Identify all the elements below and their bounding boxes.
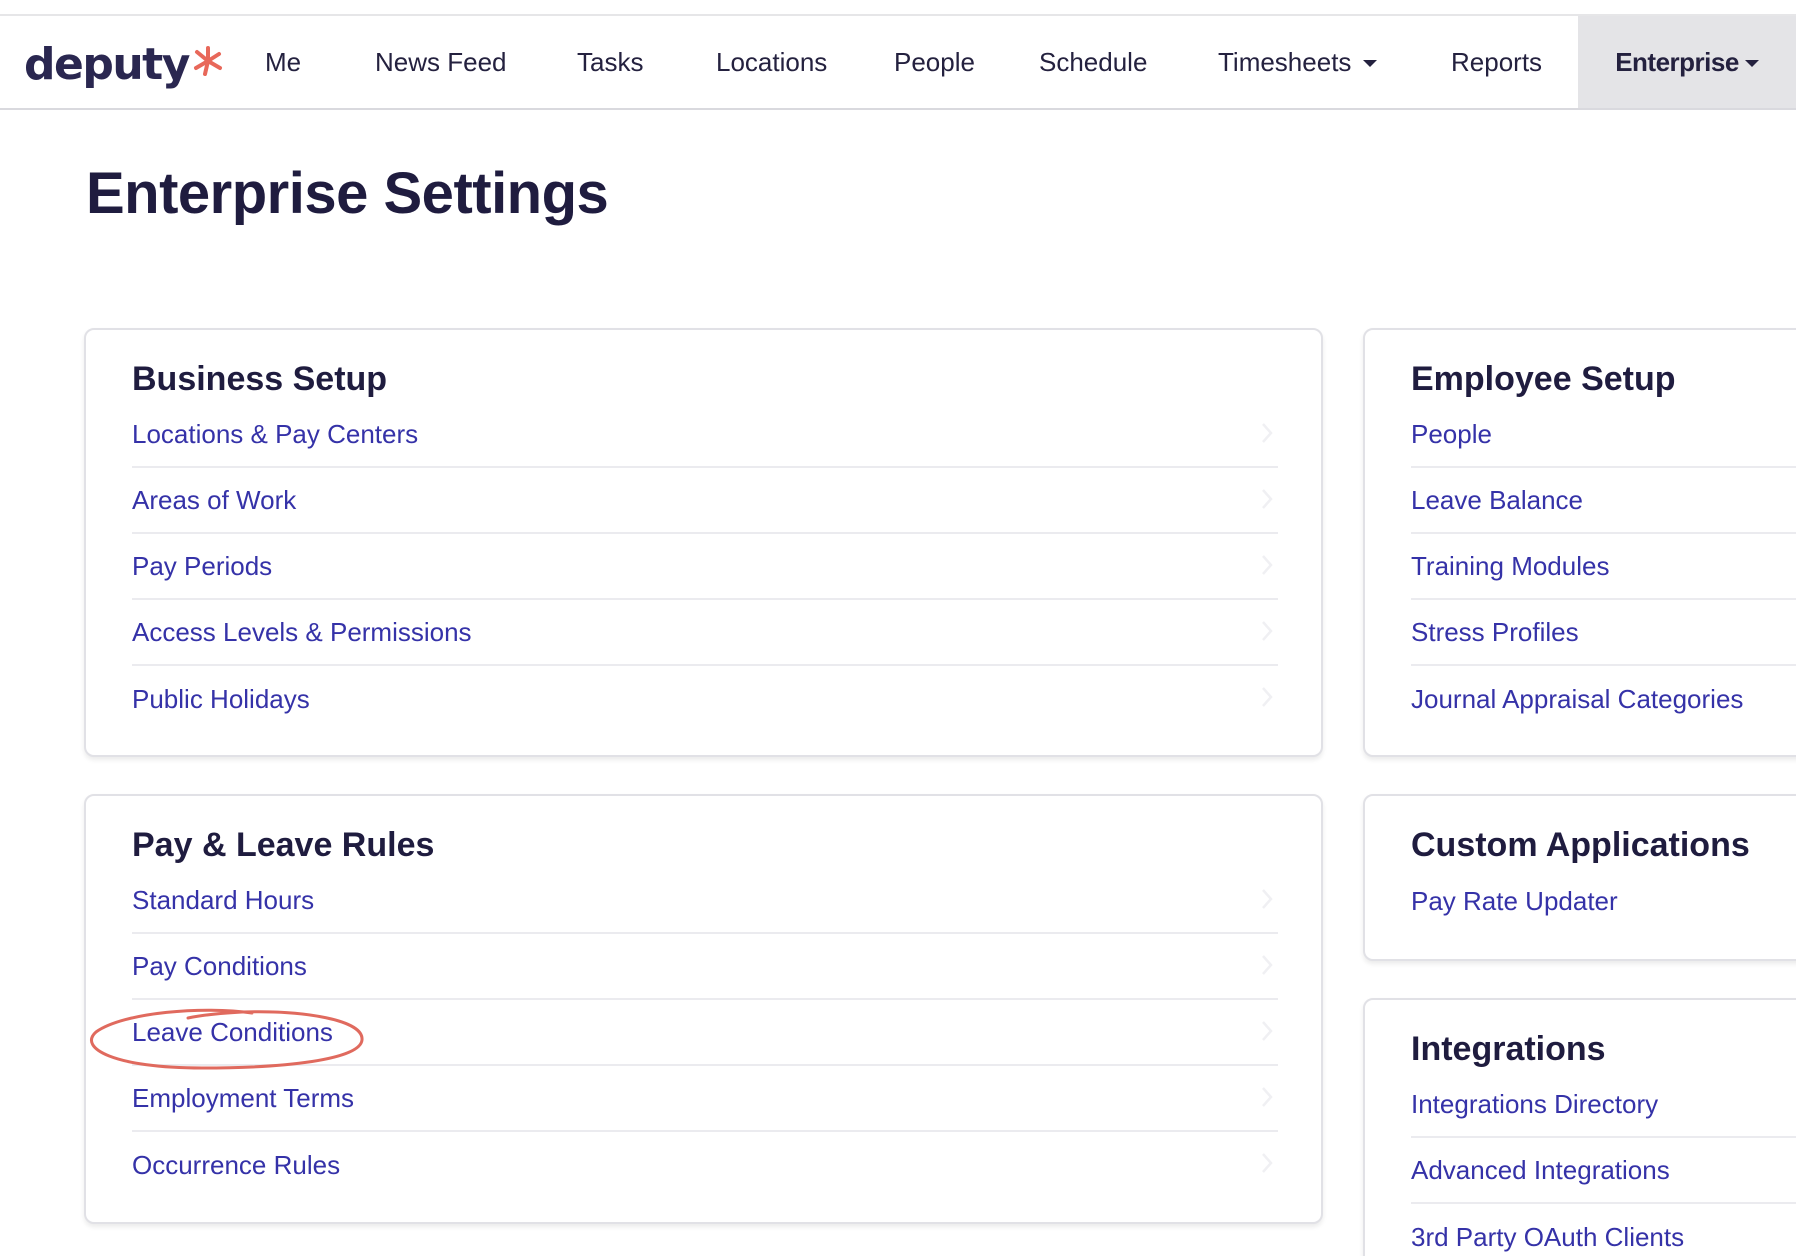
page-title: Enterprise Settings — [86, 161, 609, 226]
top-nav-bar: deputy Me News Feed Tasks Locations Peop… — [0, 14, 1796, 110]
chevron-right-icon — [1262, 889, 1273, 909]
standard-hours-link[interactable]: Standard Hours — [132, 885, 314, 916]
list-item[interactable]: Pay Rate Updater — [1411, 868, 1796, 934]
custom-applications-card: Custom Applications Pay Rate Updater — [1363, 794, 1796, 961]
card-title: Employee Setup — [1411, 360, 1676, 398]
list-item[interactable]: Integrations Directory — [1411, 1072, 1796, 1138]
chevron-right-icon — [1262, 955, 1273, 975]
nav-tasks[interactable]: Tasks — [577, 16, 643, 108]
nav-tasks-label: Tasks — [577, 46, 644, 77]
nav-reports[interactable]: Reports — [1451, 16, 1542, 108]
list-item[interactable]: Standard Hours — [132, 868, 1278, 934]
advanced-integrations-link[interactable]: Advanced Integrations — [1411, 1155, 1670, 1186]
list-item[interactable]: 3rd Party OAuth Clients — [1411, 1204, 1796, 1256]
nav-locations-label: Locations — [716, 46, 828, 77]
caret-down-icon — [1744, 60, 1759, 67]
integrations-directory-link[interactable]: Integrations Directory — [1411, 1089, 1658, 1120]
chevron-right-icon — [1262, 489, 1273, 509]
chevron-right-icon — [1262, 423, 1273, 443]
occurrence-rules-link[interactable]: Occurrence Rules — [132, 1150, 340, 1181]
people-link[interactable]: People — [1411, 419, 1492, 450]
list-item[interactable]: Occurrence Rules — [132, 1132, 1278, 1198]
list-item[interactable]: Access Levels & Permissions — [132, 600, 1278, 666]
chevron-right-icon — [1262, 555, 1273, 575]
leave-conditions-link[interactable]: Leave Conditions — [132, 1017, 333, 1048]
nav-locations[interactable]: Locations — [716, 16, 827, 108]
nav-news-feed[interactable]: News Feed — [375, 16, 507, 108]
third-party-oauth-clients-link[interactable]: 3rd Party OAuth Clients — [1411, 1222, 1684, 1253]
list-item[interactable]: Pay Periods — [132, 534, 1278, 600]
chevron-right-icon — [1262, 1087, 1273, 1107]
asterisk-logo-icon — [193, 46, 222, 76]
nav-schedule-label: Schedule — [1039, 46, 1148, 77]
employment-terms-link[interactable]: Employment Terms — [132, 1083, 354, 1114]
employee-setup-card: Employee Setup People Leave Balance Trai… — [1363, 328, 1796, 757]
deputy-logo[interactable]: deputy — [24, 42, 225, 92]
pay-conditions-link[interactable]: Pay Conditions — [132, 951, 307, 982]
pay-rate-updater-link[interactable]: Pay Rate Updater — [1411, 886, 1618, 917]
list-item[interactable]: Areas of Work — [132, 468, 1278, 534]
pay-periods-link[interactable]: Pay Periods — [132, 551, 272, 582]
access-levels-permissions-link[interactable]: Access Levels & Permissions — [132, 617, 472, 648]
areas-of-work-link[interactable]: Areas of Work — [132, 485, 296, 516]
training-modules-link[interactable]: Training Modules — [1411, 551, 1609, 582]
nav-me-label: Me — [265, 46, 302, 77]
chevron-right-icon — [1262, 621, 1273, 641]
nav-people-label: People — [894, 46, 975, 77]
leave-balance-link[interactable]: Leave Balance — [1411, 485, 1583, 516]
locations-pay-centers-link[interactable]: Locations & Pay Centers — [132, 419, 418, 450]
list-item[interactable]: Public Holidays — [132, 666, 1278, 732]
list-item[interactable]: Stress Profiles — [1411, 600, 1796, 666]
list-item[interactable]: Leave Balance — [1411, 468, 1796, 534]
card-title: Integrations — [1411, 1030, 1606, 1068]
nav-enterprise-label: Enterprise — [1615, 46, 1739, 77]
nav-timesheets-dropdown[interactable]: Timesheets — [1218, 16, 1378, 108]
list-item[interactable]: Advanced Integrations — [1411, 1138, 1796, 1204]
business-setup-card: Business Setup Locations & Pay Centers A… — [84, 328, 1323, 757]
list-item[interactable]: Journal Appraisal Categories — [1411, 666, 1796, 732]
card-title: Pay & Leave Rules — [132, 826, 435, 864]
pay-leave-rules-card: Pay & Leave Rules Standard Hours Pay Con… — [84, 794, 1323, 1224]
nav-schedule[interactable]: Schedule — [1039, 16, 1147, 108]
list-item[interactable]: Employment Terms — [132, 1066, 1278, 1132]
nav-reports-label: Reports — [1451, 46, 1543, 77]
logo-wordmark: deputy — [24, 39, 190, 90]
list-item[interactable]: Training Modules — [1411, 534, 1796, 600]
integrations-card: Integrations Integrations Directory Adva… — [1363, 998, 1796, 1256]
list-item[interactable]: Locations & Pay Centers — [132, 402, 1278, 468]
nav-timesheets-label: Timesheets — [1218, 46, 1352, 77]
chevron-right-icon — [1262, 687, 1273, 707]
caret-down-icon — [1363, 60, 1378, 67]
chevron-right-icon — [1262, 1153, 1273, 1173]
journal-appraisal-categories-link[interactable]: Journal Appraisal Categories — [1411, 684, 1743, 715]
list-item[interactable]: Leave Conditions — [132, 1000, 1278, 1066]
nav-people[interactable]: People — [894, 16, 975, 108]
nav-news-feed-label: News Feed — [375, 46, 507, 77]
card-title: Custom Applications — [1411, 826, 1750, 864]
list-item[interactable]: People — [1411, 402, 1796, 468]
stress-profiles-link[interactable]: Stress Profiles — [1411, 617, 1579, 648]
card-title: Business Setup — [132, 360, 388, 398]
nav-enterprise-dropdown[interactable]: Enterprise — [1578, 16, 1796, 108]
chevron-right-icon — [1262, 1021, 1273, 1041]
public-holidays-link[interactable]: Public Holidays — [132, 684, 310, 715]
list-item[interactable]: Pay Conditions — [132, 934, 1278, 1000]
nav-me[interactable]: Me — [265, 16, 301, 108]
